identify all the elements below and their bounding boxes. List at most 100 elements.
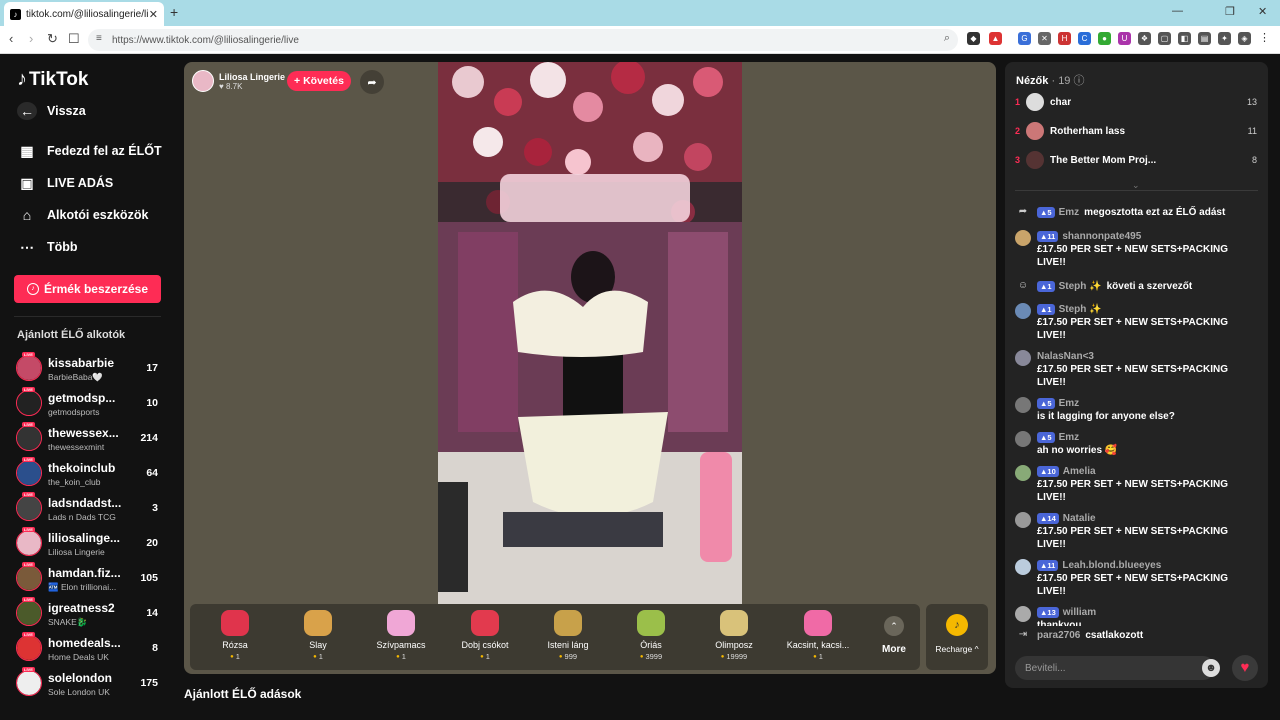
chat-username[interactable]: Leah.blond.blueeyes [1062, 560, 1161, 571]
gift-item[interactable]: Slay 1 [279, 608, 357, 670]
new-tab-button[interactable]: + [170, 4, 178, 20]
gift-name: Isteni láng [547, 640, 589, 650]
live-badge: LIVE [22, 527, 35, 532]
maximize-button[interactable]: ❐ [1225, 5, 1235, 18]
chat-username[interactable]: Steph ✨ [1059, 304, 1102, 315]
reload-icon[interactable]: ↻ [47, 31, 58, 47]
wallet-icon[interactable]: ▤ [1198, 32, 1211, 45]
gift-item[interactable]: Kacsint, kacsi... 1 [779, 608, 857, 670]
nav-go-live[interactable]: ▣ LIVE ADÁS [17, 174, 113, 192]
close-window-button[interactable]: ✕ [1258, 5, 1267, 18]
translate-icon[interactable]: G [1018, 32, 1031, 45]
gift-item[interactable]: Rózsa 1 [196, 608, 274, 670]
chat-username[interactable]: NalasNan<3 [1037, 351, 1094, 362]
share-icon[interactable]: ➦ [360, 70, 384, 94]
chat-username[interactable]: william [1063, 607, 1096, 618]
avatar[interactable] [1015, 397, 1031, 413]
follow-icon: ☺ [1017, 280, 1029, 291]
viewer-item[interactable]: 2 Rotherham lass 11 [1015, 120, 1257, 142]
vpn-icon[interactable]: ◈ [1238, 32, 1251, 45]
comment-input[interactable]: Beviteli... [1015, 656, 1215, 680]
heart-like-icon[interactable]: ♥ [1232, 655, 1258, 681]
extension-badge-icon[interactable]: C [1078, 32, 1091, 45]
tab-close-icon[interactable]: ✕ [149, 8, 158, 21]
gift-item[interactable]: Isteni láng 999 [529, 608, 607, 670]
creator-item[interactable]: LIVE ladsndadst... Lads n Dads TCG 3 [16, 492, 162, 525]
info-icon[interactable]: ⓘ [1074, 75, 1085, 87]
gift-name: Óriás [640, 640, 662, 650]
chat-username[interactable]: Steph ✨ [1059, 281, 1102, 292]
level-badge: ▲5 [1037, 207, 1055, 218]
sparkle-icon[interactable]: ✦ [1218, 32, 1231, 45]
chat-username[interactable]: para2706 [1037, 630, 1080, 641]
avatar[interactable] [1015, 350, 1031, 366]
get-coins-button[interactable]: ♪ Érmék beszerzése [14, 275, 161, 303]
gift-name: Slay [309, 640, 327, 650]
site-info-icon[interactable]: ≡ [96, 33, 102, 44]
nav-creator-tools[interactable]: ⌂ Alkotói eszközök [17, 206, 149, 224]
emoji-icon[interactable]: ☻ [1202, 659, 1220, 677]
host-info[interactable]: Liliosa Lingerie ♥ 8.7K [192, 70, 285, 92]
chat-username[interactable]: Amelia [1063, 466, 1096, 477]
chat-username[interactable]: Emz [1059, 207, 1080, 218]
url-field[interactable]: ≡ https://www.tiktok.com/@liliosalingeri… [88, 29, 958, 51]
brave-shield-icon[interactable]: ◆ [967, 32, 980, 45]
browser-menu-icon[interactable]: ⋮ [1258, 32, 1271, 45]
gift-item[interactable]: Szívpamacs 1 [362, 608, 440, 670]
avatar[interactable] [1015, 606, 1031, 622]
tiktok-logo[interactable]: ♪ TikTok [17, 68, 88, 91]
live-player[interactable]: Liliosa Lingerie ♥ 8.7K + Követés ➦ Rózs… [184, 62, 996, 674]
forward-nav-icon[interactable]: › [29, 31, 33, 46]
chat-username[interactable]: Emz [1059, 432, 1080, 443]
chat-extension-icon[interactable]: ▢ [1158, 32, 1171, 45]
viewer-item[interactable]: 3 The Better Mom Proj... 8 [1015, 149, 1257, 171]
extension-icon[interactable]: ✕ [1038, 32, 1051, 45]
chat-username[interactable]: Emz [1059, 398, 1080, 409]
avatar[interactable] [1015, 230, 1031, 246]
creator-item[interactable]: LIVE getmodsp... getmodsports 10 [16, 387, 162, 420]
browser-tab[interactable]: ♪ tiktok.com/@liliosalingerie/li ✕ [4, 2, 164, 26]
creator-item[interactable]: LIVE homedeals... Home Deals UK 8 [16, 632, 162, 665]
chat-username[interactable]: Natalie [1063, 513, 1096, 524]
creator-item[interactable]: LIVE kissabarbie BarbieBaba🤍 17 [16, 352, 162, 385]
host-name[interactable]: Liliosa Lingerie [219, 72, 285, 82]
zoom-icon[interactable]: ⌕ [944, 32, 950, 45]
avatar[interactable] [1015, 303, 1031, 319]
follow-button[interactable]: + Követés [287, 71, 351, 91]
back-nav-icon[interactable]: ‹ [9, 31, 13, 46]
creator-item[interactable]: LIVE solelondon Sole London UK 175 [16, 667, 162, 700]
more-gifts-button[interactable]: ⌃ More [870, 608, 918, 668]
u-extension-icon[interactable]: U [1118, 32, 1131, 45]
creator-item[interactable]: LIVE thewessex... thewessexmint 214 [16, 422, 162, 455]
creator-item[interactable]: LIVE hamdan.fiz... 🏧 Elon trillionai... … [16, 562, 162, 595]
live-video-frame[interactable] [438, 62, 742, 604]
hls-extension-icon[interactable]: H [1058, 32, 1071, 45]
chat-list[interactable]: ➦ ▲5 Emz megosztotta ezt az ÉLŐ adást ▲11 s… [1015, 200, 1260, 645]
color-extension-icon[interactable]: ● [1098, 32, 1111, 45]
minimize-button[interactable]: — [1172, 5, 1183, 17]
chat-action: megosztotta ezt az ÉLŐ adást [1084, 207, 1226, 218]
back-link[interactable]: ← Vissza [17, 102, 86, 120]
gift-item[interactable]: Olimposz 19999 [695, 608, 773, 670]
gift-item[interactable]: Óriás 3999 [612, 608, 690, 670]
avatar[interactable] [1015, 559, 1031, 575]
sidebar-toggle-icon[interactable]: ◧ [1178, 32, 1191, 45]
puzzle-icon[interactable]: ❖ [1138, 32, 1151, 45]
creator-item[interactable]: LIVE igreatness2 SNAKE🐉 14 [16, 597, 162, 630]
creator-item[interactable]: LIVE liliosalinge... Liliosa Lingerie 20 [16, 527, 162, 560]
avatar[interactable] [1015, 431, 1031, 447]
host-avatar[interactable] [192, 70, 214, 92]
recharge-button[interactable]: ♪ Recharge ^ [926, 604, 988, 670]
bookmark-icon[interactable]: ☐ [68, 31, 80, 47]
avatar[interactable] [1015, 512, 1031, 528]
nav-more[interactable]: ⋯ Több [17, 238, 78, 256]
chat-panel: Nézők · 19 ⓘ 1 char 13 2 Rotherham lass … [1005, 62, 1268, 688]
chat-text: £17.50 PER SET + NEW SETS+PACKING LIVE!! [1037, 244, 1228, 268]
warning-icon[interactable]: ▲ [989, 32, 1002, 45]
chat-username[interactable]: shannonpate495 [1062, 231, 1141, 242]
viewer-item[interactable]: 1 char 13 [1015, 91, 1257, 113]
nav-explore-live[interactable]: ▦ Fedezd fel az ÉLŐT [17, 142, 161, 160]
gift-item[interactable]: Dobj csókot 1 [446, 608, 524, 670]
avatar[interactable] [1015, 465, 1031, 481]
creator-item[interactable]: LIVE thekoinclub the_koin_club 64 [16, 457, 162, 490]
